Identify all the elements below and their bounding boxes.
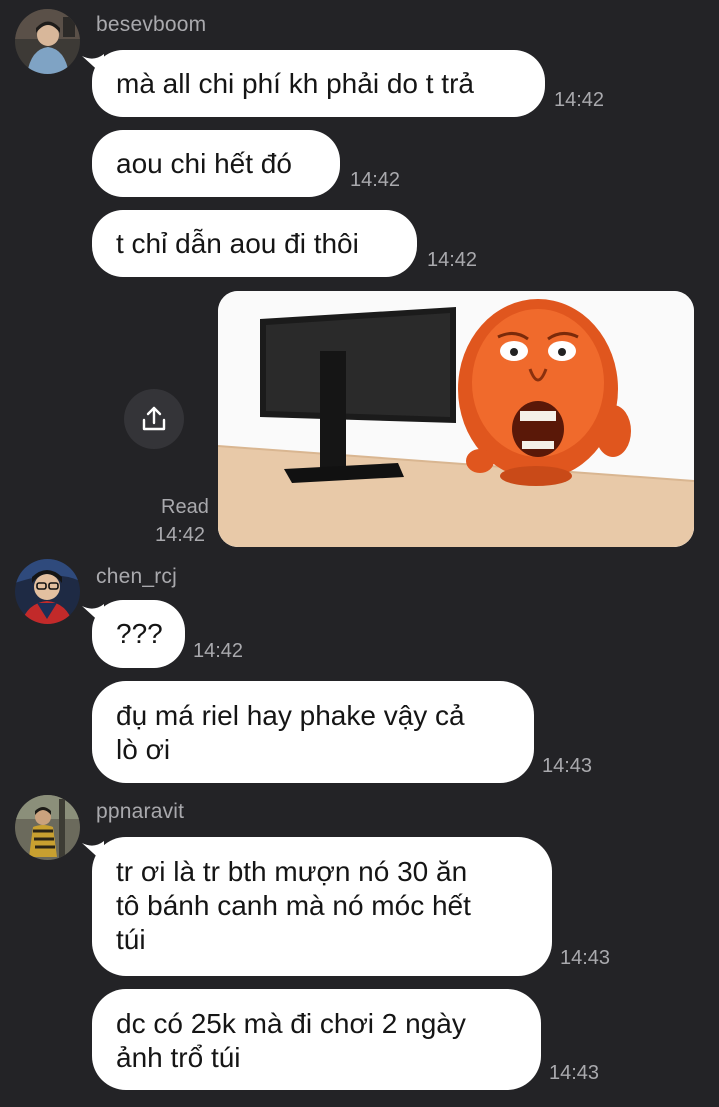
message-bubble[interactable]: t chỉ dẫn aou đi thôi [92, 210, 417, 277]
message-time: 14:42 [554, 89, 605, 111]
message-time: 14:42 [427, 249, 478, 271]
avatar[interactable] [15, 9, 80, 74]
share-icon [142, 406, 166, 431]
message-bubble[interactable]: ??? [92, 600, 185, 668]
avatar[interactable] [15, 559, 80, 624]
message-bubble[interactable]: dc có 25k mà đi chơi 2 ngày ảnh trổ túi [92, 989, 541, 1090]
message-time: 14:43 [560, 947, 611, 969]
read-status: Read [161, 496, 209, 518]
sender-name: besevboom [96, 13, 207, 36]
message-time: 14:43 [542, 755, 593, 777]
message-bubble[interactable]: mà all chi phí kh phải do t trả [92, 50, 545, 117]
share-button[interactable] [124, 389, 184, 449]
meme-image-icon [218, 291, 694, 547]
message-bubble[interactable]: đụ má riel hay phake vậy cả lò ơi [92, 681, 534, 783]
message-time: 14:43 [549, 1062, 600, 1084]
avatar-chen-rcj-icon [15, 559, 80, 624]
sender-name: ppnaravit [96, 800, 185, 823]
sent-image[interactable] [218, 291, 694, 547]
message-bubble[interactable]: aou chi hết đó [92, 130, 340, 197]
avatar[interactable] [15, 795, 80, 860]
avatar-ppnaravit-icon [15, 795, 80, 860]
sender-name: chen_rcj [96, 565, 177, 588]
image-time: 14:42 [155, 524, 206, 546]
message-bubble[interactable]: tr ơi là tr bth mượn nó 30 ăn tô bánh ca… [92, 837, 552, 976]
message-time: 14:42 [350, 169, 401, 191]
avatar-besevboom-icon [15, 9, 80, 74]
message-time: 14:42 [193, 640, 244, 662]
